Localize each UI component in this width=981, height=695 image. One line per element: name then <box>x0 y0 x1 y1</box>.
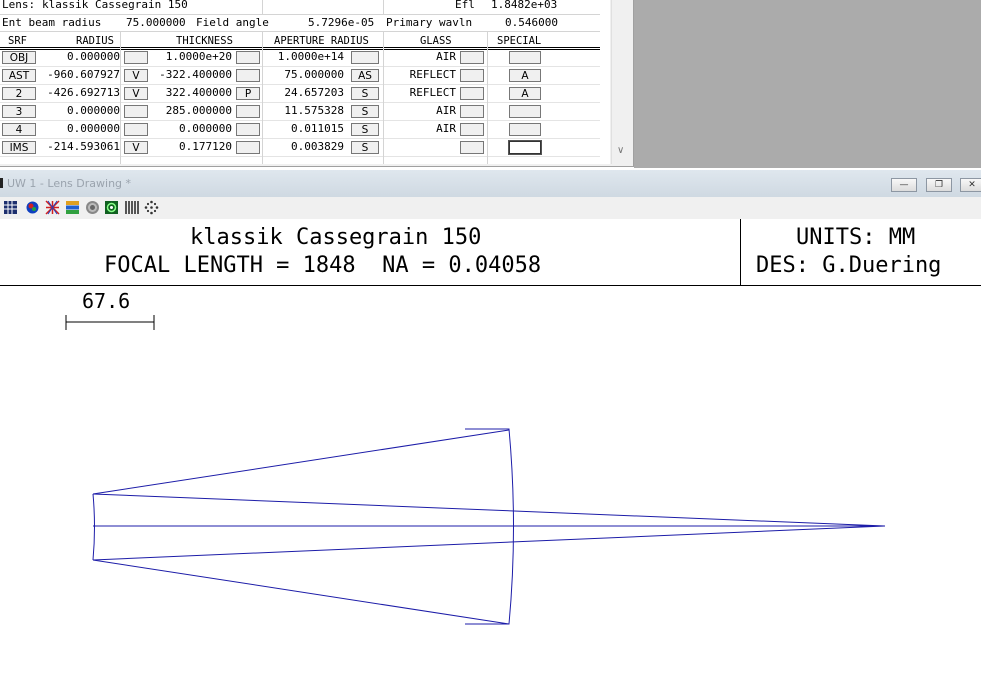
secondary-mirror <box>92 493 95 561</box>
ray-upper-inner <box>92 493 886 527</box>
scale-bar <box>65 315 155 330</box>
ray-lower-outer <box>92 559 510 625</box>
ray-lower-inner <box>92 525 886 561</box>
ray-upper-outer <box>92 429 510 495</box>
ray-trace-drawing <box>65 315 886 625</box>
